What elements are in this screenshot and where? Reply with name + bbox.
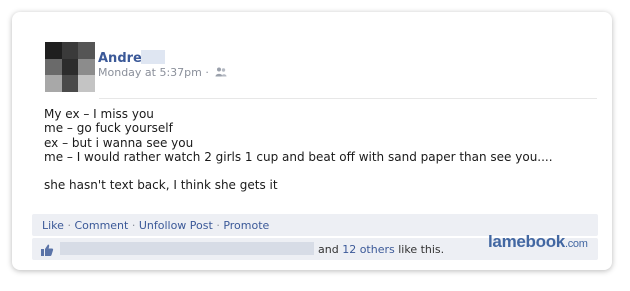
promote-link[interactable]: Promote <box>223 219 269 232</box>
post-body: My ex – I miss you me – go fuck yourself… <box>44 107 553 192</box>
header-divider <box>99 98 597 99</box>
meta-separator: · <box>205 66 209 79</box>
author-surname-redacted <box>141 50 165 64</box>
watermark-brand: lamebook <box>488 232 565 251</box>
post-line: My ex – I miss you <box>44 107 154 121</box>
action-separator: · <box>131 219 136 232</box>
people-icon[interactable] <box>215 67 227 80</box>
watermark-tld: .com <box>564 238 588 250</box>
action-separator: · <box>216 219 220 232</box>
post-meta: Monday at 5:37pm · <box>98 66 227 80</box>
thumbs-up-icon <box>40 242 54 261</box>
unfollow-post-link[interactable]: Unfollow Post <box>139 219 213 232</box>
lamebook-watermark: lamebook.com <box>488 232 588 252</box>
comment-link[interactable]: Comment <box>74 219 128 232</box>
post-line: ex – but i wanna see you <box>44 135 194 150</box>
avatar[interactable] <box>45 42 95 92</box>
likes-suffix: like this. <box>398 243 445 256</box>
action-separator: · <box>67 219 71 232</box>
like-link[interactable]: Like <box>42 219 64 232</box>
post-line: me – go fuck yourself <box>44 121 173 136</box>
timestamp[interactable]: Monday at 5:37pm <box>98 66 202 79</box>
likes-and: and <box>318 243 339 256</box>
likes-summary: and 12 others like this. <box>318 243 444 256</box>
post-line: me – I would rather watch 2 girls 1 cup … <box>44 149 553 164</box>
post-closing-line: she hasn't text back, I think she gets i… <box>44 178 278 193</box>
liker-names-redacted <box>60 242 314 255</box>
others-link[interactable]: 12 others <box>342 243 395 256</box>
author-name[interactable]: Andre <box>98 51 142 66</box>
action-links: Like · Comment · Unfollow Post · Promote <box>42 219 269 232</box>
